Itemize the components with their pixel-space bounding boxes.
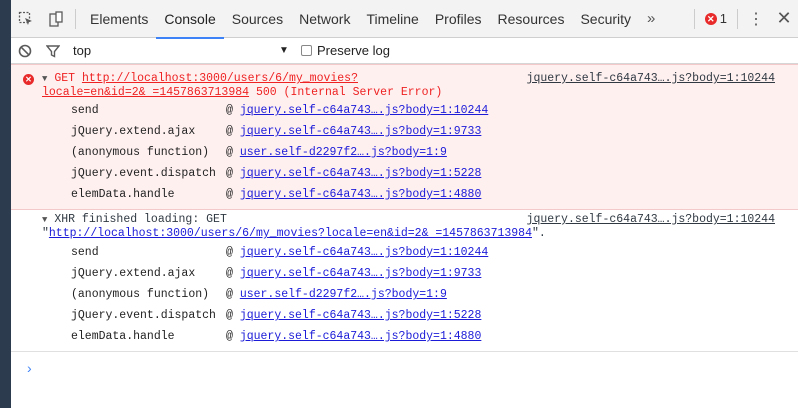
error-icon: ✕ [704, 12, 717, 25]
more-tabs-button[interactable]: » [639, 0, 663, 38]
console-xhr-message: ▼ XHR finished loading: GET "http://loca… [11, 210, 798, 352]
toolbar-right: ✕ 1 ⋮ ✕ [690, 0, 798, 38]
at-sign: @ [226, 330, 233, 343]
device-mode-icon[interactable] [41, 0, 71, 38]
tab-sources[interactable]: Sources [224, 0, 291, 38]
message-source-link[interactable]: jquery.self-c64a743….js?body=1:10244 [527, 72, 775, 85]
chevron-down-icon[interactable]: ▼ [279, 45, 297, 56]
close-devtools-icon[interactable]: ✕ [770, 0, 798, 38]
stack-function: jQuery.event.dispatch [71, 309, 216, 322]
xhr-url-link[interactable]: http://localhost:3000/users/6/my_movies?… [49, 227, 532, 240]
stack-source-link[interactable]: jquery.self-c64a743….js?body=1:5228 [240, 167, 482, 180]
tab-timeline[interactable]: Timeline [358, 0, 426, 38]
stack-source-link[interactable]: jquery.self-c64a743….js?body=1:10244 [240, 246, 488, 259]
console-prompt-icon[interactable]: › [27, 360, 32, 376]
error-count-badge[interactable]: ✕ 1 [699, 0, 733, 38]
stack-source-link[interactable]: jquery.self-c64a743….js?body=1:4880 [240, 188, 482, 201]
stack-source-link[interactable]: jquery.self-c64a743….js?body=1:9733 [240, 125, 482, 138]
expand-triangle-icon[interactable]: ▼ [42, 215, 47, 225]
error-count: 1 [719, 11, 727, 26]
clear-console-icon[interactable] [11, 38, 39, 64]
stack-function: (anonymous function) [71, 288, 210, 301]
stack-function: elemData.handle [71, 188, 175, 201]
tab-network[interactable]: Network [291, 0, 358, 38]
devtools-panel: Elements Console Sources Network Timelin… [11, 0, 798, 408]
stack-source-link[interactable]: jquery.self-c64a743….js?body=1:5228 [240, 309, 482, 322]
stack-function: send [71, 104, 99, 117]
customize-menu-icon[interactable]: ⋮ [742, 0, 770, 38]
stack-function: jQuery.event.dispatch [71, 167, 216, 180]
tab-security[interactable]: Security [572, 0, 639, 38]
request-url-link[interactable]: http://localhost:3000/users/6/my_movies? [82, 72, 358, 85]
console-error-message: ✕ ▼ GET http://localhost:3000/users/6/my… [11, 64, 798, 210]
stack-function: jQuery.extend.ajax [71, 125, 196, 138]
request-method: GET [54, 72, 76, 85]
stack-function: elemData.handle [71, 330, 175, 343]
window-left-edge [0, 0, 11, 408]
preserve-log-label: Preserve log [317, 43, 390, 58]
toolbar-divider [737, 8, 738, 29]
tab-profiles[interactable]: Profiles [427, 0, 490, 38]
at-sign: @ [226, 167, 233, 180]
at-sign: @ [226, 246, 233, 259]
xhr-message-text: XHR finished loading: GET [54, 213, 227, 226]
console-messages: ✕ ▼ GET http://localhost:3000/users/6/my… [11, 64, 798, 376]
stack-source-link[interactable]: user.self-d2297f2….js?body=1:9 [240, 288, 447, 301]
at-sign: @ [226, 104, 233, 117]
devtools-tab-bar: Elements Console Sources Network Timelin… [11, 0, 798, 39]
tab-resources[interactable]: Resources [490, 0, 573, 38]
at-sign: @ [226, 309, 233, 322]
tab-console[interactable]: Console [156, 0, 225, 39]
request-url-link-cont[interactable]: locale=en&id=2& =1457863713984 [42, 86, 249, 99]
preserve-log-toggle[interactable]: Preserve log [301, 43, 390, 58]
error-icon: ✕ [23, 74, 34, 85]
toolbar-divider [75, 8, 76, 29]
execution-context-select[interactable]: top [73, 43, 279, 58]
stack-function: (anonymous function) [71, 146, 210, 159]
console-filter-bar: top ▼ Preserve log [11, 38, 798, 64]
stack-source-link[interactable]: jquery.self-c64a743….js?body=1:10244 [240, 104, 488, 117]
at-sign: @ [226, 146, 233, 159]
inspect-element-icon[interactable] [11, 0, 41, 38]
stack-function: jQuery.extend.ajax [71, 267, 196, 280]
expand-triangle-icon[interactable]: ▼ [42, 74, 47, 84]
tab-elements[interactable]: Elements [82, 0, 156, 38]
at-sign: @ [226, 288, 233, 301]
message-source-link[interactable]: jquery.self-c64a743….js?body=1:10244 [527, 213, 775, 226]
quote-mark: " [42, 227, 49, 240]
stack-source-link[interactable]: jquery.self-c64a743….js?body=1:4880 [240, 330, 482, 343]
stack-function: send [71, 246, 99, 259]
at-sign: @ [226, 125, 233, 138]
request-status: 500 (Internal Server Error) [255, 86, 443, 99]
at-sign: @ [226, 188, 233, 201]
preserve-log-checkbox[interactable] [301, 45, 312, 56]
filter-icon[interactable] [39, 38, 67, 64]
stack-source-link[interactable]: jquery.self-c64a743….js?body=1:9733 [240, 267, 482, 280]
stack-source-link[interactable]: user.self-d2297f2….js?body=1:9 [240, 146, 447, 159]
quote-mark: ". [532, 227, 546, 240]
at-sign: @ [226, 267, 233, 280]
toolbar-divider [693, 8, 695, 29]
